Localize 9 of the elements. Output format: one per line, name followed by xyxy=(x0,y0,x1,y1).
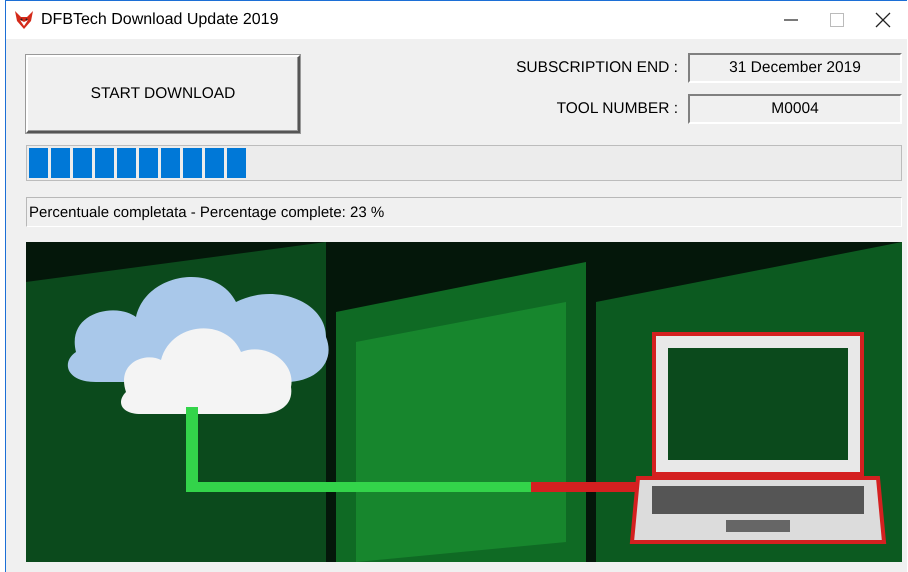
start-download-button[interactable]: START DOWNLOAD xyxy=(26,55,300,133)
close-icon[interactable] xyxy=(873,10,893,30)
value-field: M0004 xyxy=(688,94,902,124)
status-field: Percentuale completata - Percentage complete: 23 % xyxy=(26,197,902,227)
window-title: DFBTech Download Update 2019 xyxy=(41,11,278,29)
field-label: SUBSCRIPTION END : xyxy=(516,59,678,77)
fox-logo-icon xyxy=(14,10,34,30)
value-field: 31 December 2019 xyxy=(688,53,902,83)
field-label: TOOL NUMBER : xyxy=(556,100,678,118)
